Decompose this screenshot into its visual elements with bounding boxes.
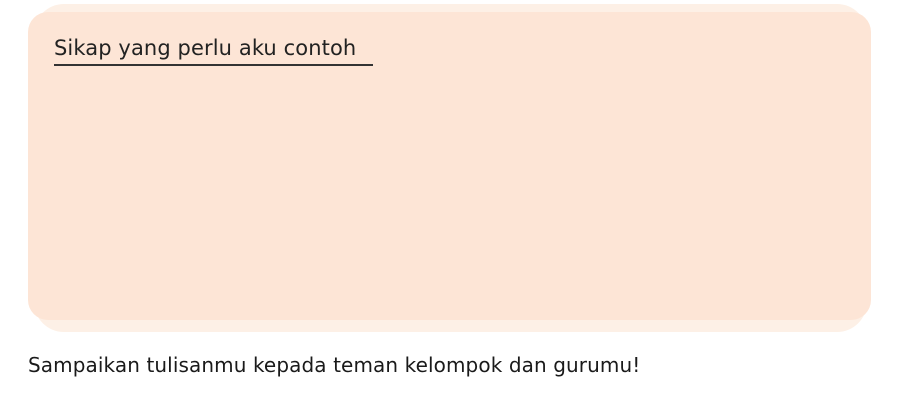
- writing-box-title-underline: [54, 64, 373, 66]
- writing-box-title: Sikap yang perlu aku contoh: [54, 36, 357, 60]
- instruction-text: Sampaikan tulisanmu kepada teman kelompo…: [28, 353, 641, 377]
